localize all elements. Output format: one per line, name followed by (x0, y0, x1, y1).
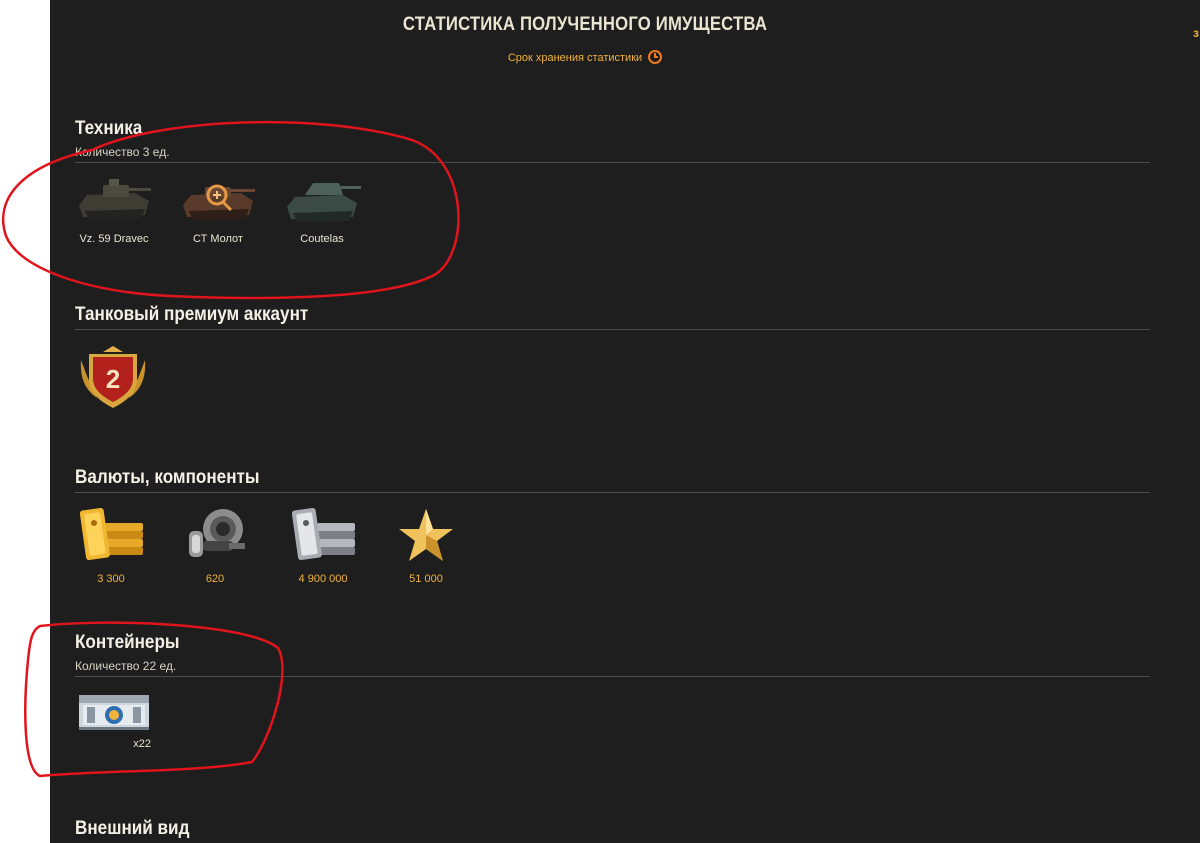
currency-item[interactable]: 51 000 (395, 505, 457, 585)
tank-icon (183, 184, 255, 220)
storage-label: Срок хранения статистики (507, 52, 643, 64)
free-xp-star-icon (399, 509, 453, 561)
section-title: Внешний вид (75, 818, 190, 839)
tank-icon (287, 183, 361, 222)
edge-text-fragment: з (1193, 26, 1199, 40)
section-title: Валюты, компоненты (75, 467, 260, 488)
credits-icon (291, 507, 355, 561)
page-title: СТАТИСТИКА ПОЛУЧЕННОГО ИМУЩЕСТВА (402, 14, 768, 35)
container-crate-icon (79, 695, 149, 730)
premium-item[interactable]: 2 (75, 346, 151, 415)
currency-item[interactable]: 4 900 000 (287, 505, 359, 585)
equipment-parts-icon (189, 509, 245, 557)
section-premium-account: Танковый премиум аккаунт 2 (75, 304, 1150, 430)
vehicle-item[interactable]: СТ Молот (179, 175, 257, 245)
vehicle-name: Coutelas (300, 233, 344, 245)
vehicle-name: Vz. 59 Dravec (79, 233, 149, 245)
section-containers: Контейнеры Количество 22 ед. x22 (75, 632, 1150, 777)
statistics-panel: СТАТИСТИКА ПОЛУЧЕННОГО ИМУЩЕСТВА Срок хр… (50, 0, 1200, 843)
premium-badge-icon: 2 (80, 346, 146, 408)
currency-value: 4 900 000 (298, 573, 348, 585)
vehicle-item[interactable]: Coutelas (283, 175, 361, 245)
storage-info[interactable]: Срок хранения статистики (50, 50, 1120, 64)
section-count: Количество 3 ед. (75, 145, 170, 159)
section-appearance: Внешний вид (75, 818, 1150, 840)
currency-value: 51 000 (409, 573, 443, 585)
container-quantity: x22 (133, 738, 151, 750)
clock-icon[interactable] (648, 50, 663, 64)
currency-item[interactable]: 3 300 (75, 505, 147, 585)
section-vehicles: Техника Количество 3 ед. Vz. 59 Dravec С… (75, 118, 1150, 263)
vehicle-item[interactable]: Vz. 59 Dravec (75, 175, 153, 245)
vehicle-name: СТ Молот (193, 233, 243, 245)
container-item[interactable]: x22 (77, 687, 151, 750)
currency-item[interactable]: 620 (179, 505, 251, 585)
section-count: Количество 22 ед. (75, 659, 177, 673)
section-currencies: Валюты, компоненты 3 300 620 4 900 000 5… (75, 467, 1150, 593)
section-title: Контейнеры (75, 632, 180, 653)
badge-level: 2 (106, 364, 120, 394)
currency-value: 620 (205, 573, 225, 585)
section-title: Танковый премиум аккаунт (75, 304, 309, 325)
tank-icon (79, 179, 151, 220)
section-title: Техника (75, 118, 143, 139)
gold-icon (79, 507, 143, 561)
currency-value: 3 300 (97, 573, 125, 585)
